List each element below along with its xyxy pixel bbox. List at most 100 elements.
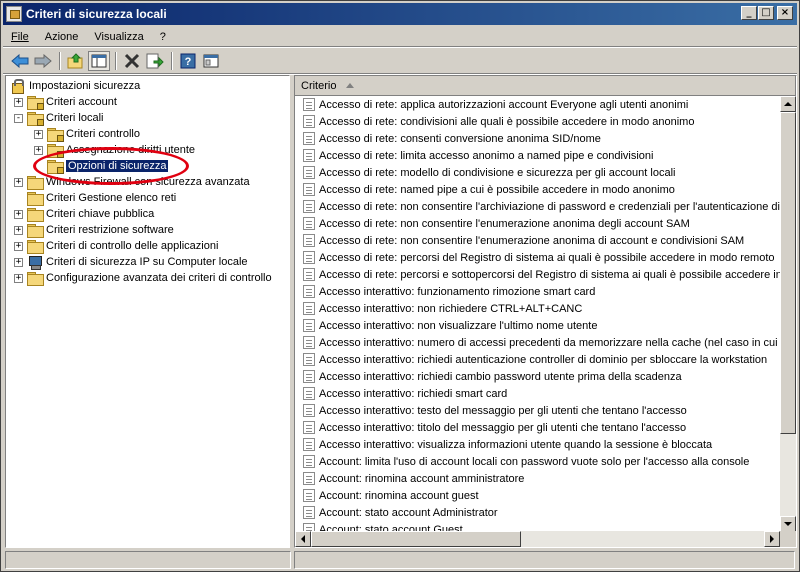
policy-label: Account: rinomina account guest	[319, 489, 479, 502]
policy-row[interactable]: Accesso di rete: applica autorizzazioni …	[295, 96, 780, 113]
menu-azione[interactable]: Azione	[37, 31, 87, 43]
toolbar-separator	[115, 52, 117, 70]
policy-row[interactable]: Accesso interattivo: richiedi smart card	[295, 385, 780, 402]
policy-row[interactable]: Account: rinomina account guest	[295, 487, 780, 504]
lock-icon	[37, 118, 44, 126]
help-icon[interactable]: ?	[177, 51, 199, 71]
tree-item-sicurezza-ip[interactable]: + Criteri di sicurezza IP su Computer lo…	[14, 254, 248, 270]
policy-row[interactable]: Accesso interattivo: numero di accessi p…	[295, 334, 780, 351]
policy-row[interactable]: Accesso di rete: consenti conversione an…	[295, 130, 780, 147]
policy-label: Accesso interattivo: non visualizzare l'…	[319, 319, 598, 332]
policy-setting-icon	[303, 472, 315, 485]
arrow-left-icon	[301, 535, 305, 543]
expand-icon[interactable]: +	[14, 225, 23, 235]
maximize-button[interactable]: □	[758, 6, 774, 20]
collapse-icon[interactable]: -	[14, 113, 23, 123]
policy-row[interactable]: Accesso di rete: named pipe a cui è poss…	[295, 181, 780, 198]
forward-arrow-icon[interactable]	[32, 51, 54, 71]
tree-item-gestione-reti[interactable]: Criteri Gestione elenco reti	[14, 190, 176, 206]
tree-item-controllo-applicazioni[interactable]: + Criteri di controllo delle applicazion…	[14, 238, 218, 254]
main-window: Criteri di sicurezza locali _ □ × File A…	[0, 0, 800, 572]
tree-root-label: Impostazioni sicurezza	[29, 80, 141, 92]
expand-icon[interactable]: +	[14, 97, 23, 107]
scroll-left-button[interactable]	[295, 531, 311, 547]
tree-item-criteri-controllo[interactable]: + Criteri controllo	[34, 126, 140, 142]
policy-row[interactable]: Accesso di rete: percorsi e sottopercors…	[295, 266, 780, 283]
menu-help[interactable]: ?	[152, 31, 174, 43]
expand-icon[interactable]: +	[14, 209, 23, 219]
title-bar[interactable]: Criteri di sicurezza locali _ □ ×	[3, 3, 797, 25]
policy-row[interactable]: Accesso di rete: non consentire l'enumer…	[295, 232, 780, 249]
tree-item-criteri-locali[interactable]: - Criteri locali	[14, 110, 103, 126]
folder-icon	[27, 239, 44, 254]
policy-label: Accesso interattivo: non richiedere CTRL…	[319, 302, 583, 315]
horizontal-scrollbar[interactable]	[295, 531, 780, 547]
policy-label: Accesso di rete: named pipe a cui è poss…	[319, 183, 675, 196]
tree-item-restrizione-software[interactable]: + Criteri restrizione software	[14, 222, 174, 238]
menu-file[interactable]: File	[3, 31, 37, 43]
sort-arrow-icon	[346, 83, 355, 88]
minimize-button[interactable]: _	[741, 6, 757, 20]
toolbar-separator	[171, 52, 173, 70]
policy-label: Accesso interattivo: funzionamento rimoz…	[319, 285, 596, 298]
policy-row[interactable]: Accesso di rete: non consentire l'enumer…	[295, 215, 780, 232]
scroll-down-button[interactable]	[780, 516, 796, 532]
expand-icon[interactable]: +	[34, 145, 43, 155]
scroll-up-button[interactable]	[780, 96, 796, 112]
policy-row[interactable]: Accesso interattivo: non richiedere CTRL…	[295, 300, 780, 317]
tree-item-configurazione-avanzata[interactable]: + Configurazione avanzata dei criteri di…	[14, 270, 272, 286]
expand-icon[interactable]: +	[34, 129, 43, 139]
policy-row[interactable]: Accesso interattivo: titolo del messaggi…	[295, 419, 780, 436]
column-header-criterio[interactable]: Criterio	[295, 76, 796, 96]
arrow-down-icon	[784, 522, 792, 526]
policy-row[interactable]: Accesso interattivo: richiedi autenticaz…	[295, 351, 780, 368]
policy-setting-icon	[303, 200, 315, 213]
policy-label: Accesso di rete: percorsi del Registro d…	[319, 251, 775, 264]
vertical-scrollbar[interactable]	[780, 96, 796, 532]
show-hide-tree-icon[interactable]	[88, 51, 110, 71]
policy-setting-icon	[303, 115, 315, 128]
policy-setting-icon	[303, 387, 315, 400]
expand-icon[interactable]: +	[14, 241, 23, 251]
toolbar-separator	[59, 52, 61, 70]
scroll-right-button[interactable]	[764, 531, 780, 547]
policy-label: Accesso interattivo: richiedi cambio pas…	[319, 370, 682, 383]
toolbar: ?	[3, 49, 797, 73]
policy-row[interactable]: Account: stato account Administrator	[295, 504, 780, 521]
tree-item-chiave-pubblica[interactable]: + Criteri chiave pubblica	[14, 206, 154, 222]
expand-icon[interactable]: +	[14, 177, 23, 187]
policy-row[interactable]: Accesso interattivo: non visualizzare l'…	[295, 317, 780, 334]
policy-row[interactable]: Accesso interattivo: visualizza informaz…	[295, 436, 780, 453]
policy-row[interactable]: Accesso di rete: percorsi del Registro d…	[295, 249, 780, 266]
svg-text:?: ?	[185, 56, 192, 68]
policy-row[interactable]: Account: rinomina account amministratore	[295, 470, 780, 487]
expand-icon[interactable]: +	[14, 273, 23, 283]
policy-row[interactable]: Accesso di rete: condivisioni alle quali…	[295, 113, 780, 130]
tree-item-label: Criteri di controllo delle applicazioni	[46, 240, 219, 252]
menu-separator	[3, 46, 797, 48]
policy-row[interactable]: Accesso interattivo: richiedi cambio pas…	[295, 368, 780, 385]
policy-label: Accesso interattivo: richiedi autenticaz…	[319, 353, 768, 366]
policy-setting-icon	[303, 98, 315, 111]
properties-icon[interactable]	[200, 51, 222, 71]
up-folder-icon[interactable]	[65, 51, 87, 71]
policy-row[interactable]: Account: limita l'uso di account locali …	[295, 453, 780, 470]
back-arrow-icon[interactable]	[9, 51, 31, 71]
export-list-icon[interactable]	[144, 51, 166, 71]
menu-visualizza[interactable]: Visualizza	[86, 31, 151, 43]
policy-row[interactable]: Accesso di rete: modello di condivisione…	[295, 164, 780, 181]
policy-row[interactable]: Accesso interattivo: testo del messaggio…	[295, 402, 780, 419]
delete-icon[interactable]	[121, 51, 143, 71]
policy-row[interactable]: Accesso di rete: limita accesso anonimo …	[295, 147, 780, 164]
expand-icon[interactable]: +	[14, 257, 23, 267]
close-button[interactable]: ×	[777, 6, 793, 20]
tree-item-label: Criteri chiave pubblica	[46, 208, 155, 220]
vertical-scroll-thumb[interactable]	[780, 112, 796, 434]
tree-root[interactable]: Impostazioni sicurezza	[10, 78, 140, 94]
horizontal-scroll-thumb[interactable]	[311, 531, 521, 547]
policy-row[interactable]: Accesso interattivo: funzionamento rimoz…	[295, 283, 780, 300]
policy-row[interactable]: Accesso di rete: non consentire l'archiv…	[295, 198, 780, 215]
tree-item-criteri-account[interactable]: + Criteri account	[14, 94, 117, 110]
tree-item-label: Criteri locali	[46, 112, 104, 124]
window-controls: _ □ ×	[740, 6, 793, 20]
